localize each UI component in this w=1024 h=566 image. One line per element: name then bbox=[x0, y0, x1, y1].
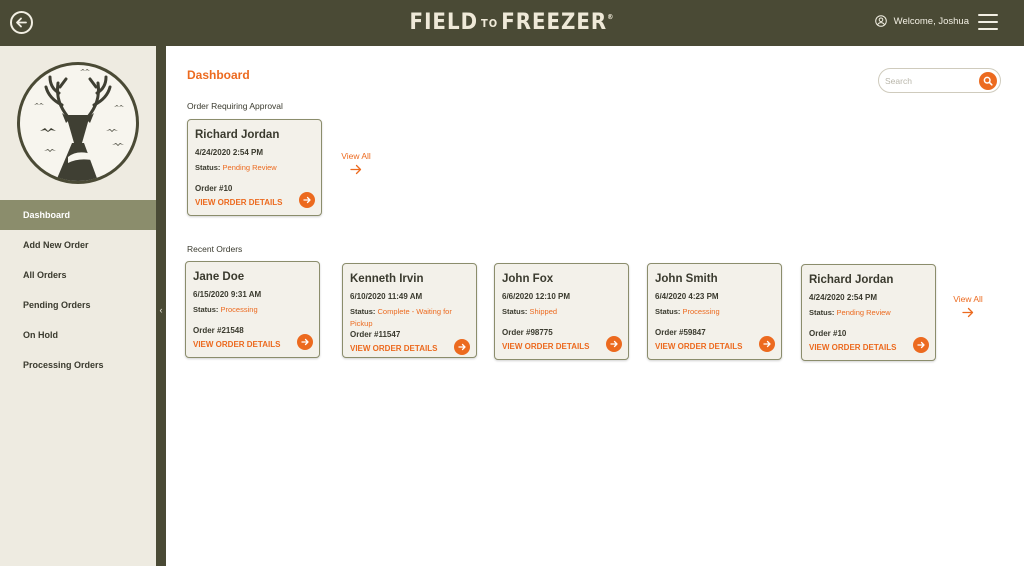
approval-order-card[interactable]: Richard Jordan 4/24/2020 2:54 PM Status:… bbox=[187, 119, 322, 216]
user-icon bbox=[874, 15, 887, 27]
arrow-right-icon bbox=[962, 307, 974, 318]
order-date: 4/24/2020 2:54 PM bbox=[809, 293, 878, 302]
collapse-sidebar-chevron-icon[interactable]: ‹ bbox=[157, 304, 165, 316]
arrow-right-icon[interactable] bbox=[454, 339, 470, 355]
sidebar-item-processing-orders[interactable]: Processing Orders bbox=[0, 350, 156, 380]
hamburger-menu-icon[interactable] bbox=[978, 14, 998, 30]
search-icon[interactable] bbox=[979, 72, 997, 90]
customer-name: Richard Jordan bbox=[195, 129, 280, 141]
order-number: Order #59847 bbox=[655, 328, 706, 337]
view-order-details-link[interactable]: VIEW ORDER DETAILS bbox=[193, 340, 280, 349]
view-order-details-link[interactable]: VIEW ORDER DETAILS bbox=[502, 342, 589, 351]
order-status: Status: Processing bbox=[655, 306, 777, 318]
search-box bbox=[878, 68, 1001, 93]
order-date: 6/6/2020 12:10 PM bbox=[502, 292, 571, 301]
status-label: Status: bbox=[195, 163, 221, 172]
order-date: 6/4/2020 4:23 PM bbox=[655, 292, 719, 301]
approval-section-label: Order Requiring Approval bbox=[187, 101, 283, 111]
customer-name: Richard Jordan bbox=[809, 274, 894, 286]
status-label: Status: bbox=[809, 308, 835, 317]
arrow-right-icon bbox=[350, 164, 362, 175]
order-number: Order #11547 bbox=[350, 330, 401, 339]
page-title: Dashboard bbox=[187, 68, 250, 82]
recent-order-card[interactable]: John Fox 6/6/2020 12:10 PM Status: Shipp… bbox=[494, 263, 629, 360]
sidebar-item-dashboard[interactable]: Dashboard bbox=[0, 200, 156, 230]
view-order-details-link[interactable]: VIEW ORDER DETAILS bbox=[655, 342, 742, 351]
user-account[interactable]: Welcome, Joshua bbox=[874, 15, 969, 27]
customer-name: John Smith bbox=[655, 273, 718, 285]
order-date: 4/24/2020 2:54 PM bbox=[195, 148, 264, 157]
recent-order-card[interactable]: John Smith 6/4/2020 4:23 PM Status: Proc… bbox=[647, 263, 782, 360]
view-order-details-link[interactable]: VIEW ORDER DETAILS bbox=[195, 198, 282, 207]
search-input[interactable] bbox=[885, 74, 975, 88]
customer-name: Kenneth Irvin bbox=[350, 273, 424, 285]
arrow-right-icon[interactable] bbox=[759, 336, 775, 352]
status-value: Pending Review bbox=[836, 308, 891, 317]
status-value: Pending Review bbox=[222, 163, 277, 172]
recent-order-card[interactable]: Richard Jordan 4/24/2020 2:54 PM Status:… bbox=[801, 264, 936, 361]
order-status: Status: Pending Review bbox=[195, 162, 317, 174]
view-order-details-link[interactable]: VIEW ORDER DETAILS bbox=[809, 343, 896, 352]
brand-word-freezer: FREEZER bbox=[501, 10, 608, 35]
order-number: Order #98775 bbox=[502, 328, 553, 337]
view-all-label: View All bbox=[341, 151, 371, 161]
welcome-text: Welcome, Joshua bbox=[893, 15, 969, 27]
order-date: 6/10/2020 11:49 AM bbox=[350, 292, 423, 301]
view-all-approval-link[interactable]: View All bbox=[338, 151, 374, 175]
order-status: Status: Processing bbox=[193, 304, 315, 316]
recent-order-card[interactable]: Kenneth Irvin 6/10/2020 11:49 AM Status:… bbox=[342, 263, 477, 358]
status-value: Shipped bbox=[529, 307, 558, 316]
customer-name: John Fox bbox=[502, 273, 554, 285]
order-number: Order #21548 bbox=[193, 326, 244, 335]
sidebar-item-all-orders[interactable]: All Orders bbox=[0, 260, 156, 290]
status-label: Status: bbox=[502, 307, 528, 316]
order-number: Order #10 bbox=[809, 329, 847, 338]
order-status: Status: Complete - Waiting for Pickup bbox=[350, 306, 472, 330]
arrow-right-icon[interactable] bbox=[913, 337, 929, 353]
customer-name: Jane Doe bbox=[193, 271, 245, 283]
recent-order-card[interactable]: Jane Doe 6/15/2020 9:31 AM Status: Proce… bbox=[185, 261, 320, 358]
recent-orders-label: Recent Orders bbox=[187, 244, 243, 254]
arrow-right-icon[interactable] bbox=[297, 334, 313, 350]
brand-registered-mark: ® bbox=[607, 13, 615, 21]
order-status: Status: Shipped bbox=[502, 306, 624, 318]
arrow-right-icon[interactable] bbox=[299, 192, 315, 208]
status-label: Status: bbox=[193, 305, 219, 314]
brand-word-field: FIELD bbox=[409, 10, 479, 35]
order-number: Order #10 bbox=[195, 184, 233, 193]
brand-logo: FIELD TO FREEZER® bbox=[0, 10, 1024, 35]
sidebar-item-add-new-order[interactable]: Add New Order bbox=[0, 230, 156, 260]
arrow-right-icon[interactable] bbox=[606, 336, 622, 352]
deer-logo bbox=[17, 62, 139, 184]
order-date: 6/15/2020 9:31 AM bbox=[193, 290, 262, 299]
status-value: Processing bbox=[220, 305, 258, 314]
status-label: Status: bbox=[655, 307, 681, 316]
sidebar-nav: Dashboard Add New Order All Orders Pendi… bbox=[0, 200, 156, 380]
order-status: Status: Pending Review bbox=[809, 307, 931, 319]
status-label: Status: bbox=[350, 307, 376, 316]
top-bar: FIELD TO FREEZER® Welcome, Joshua bbox=[0, 0, 1024, 46]
view-all-label: View All bbox=[953, 294, 983, 304]
brand-word-to: TO bbox=[481, 17, 499, 30]
sidebar-item-on-hold[interactable]: On Hold bbox=[0, 320, 156, 350]
sidebar-item-pending-orders[interactable]: Pending Orders bbox=[0, 290, 156, 320]
view-order-details-link[interactable]: VIEW ORDER DETAILS bbox=[350, 344, 437, 353]
view-all-recent-link[interactable]: View All bbox=[950, 294, 986, 318]
status-value: Processing bbox=[682, 307, 720, 316]
